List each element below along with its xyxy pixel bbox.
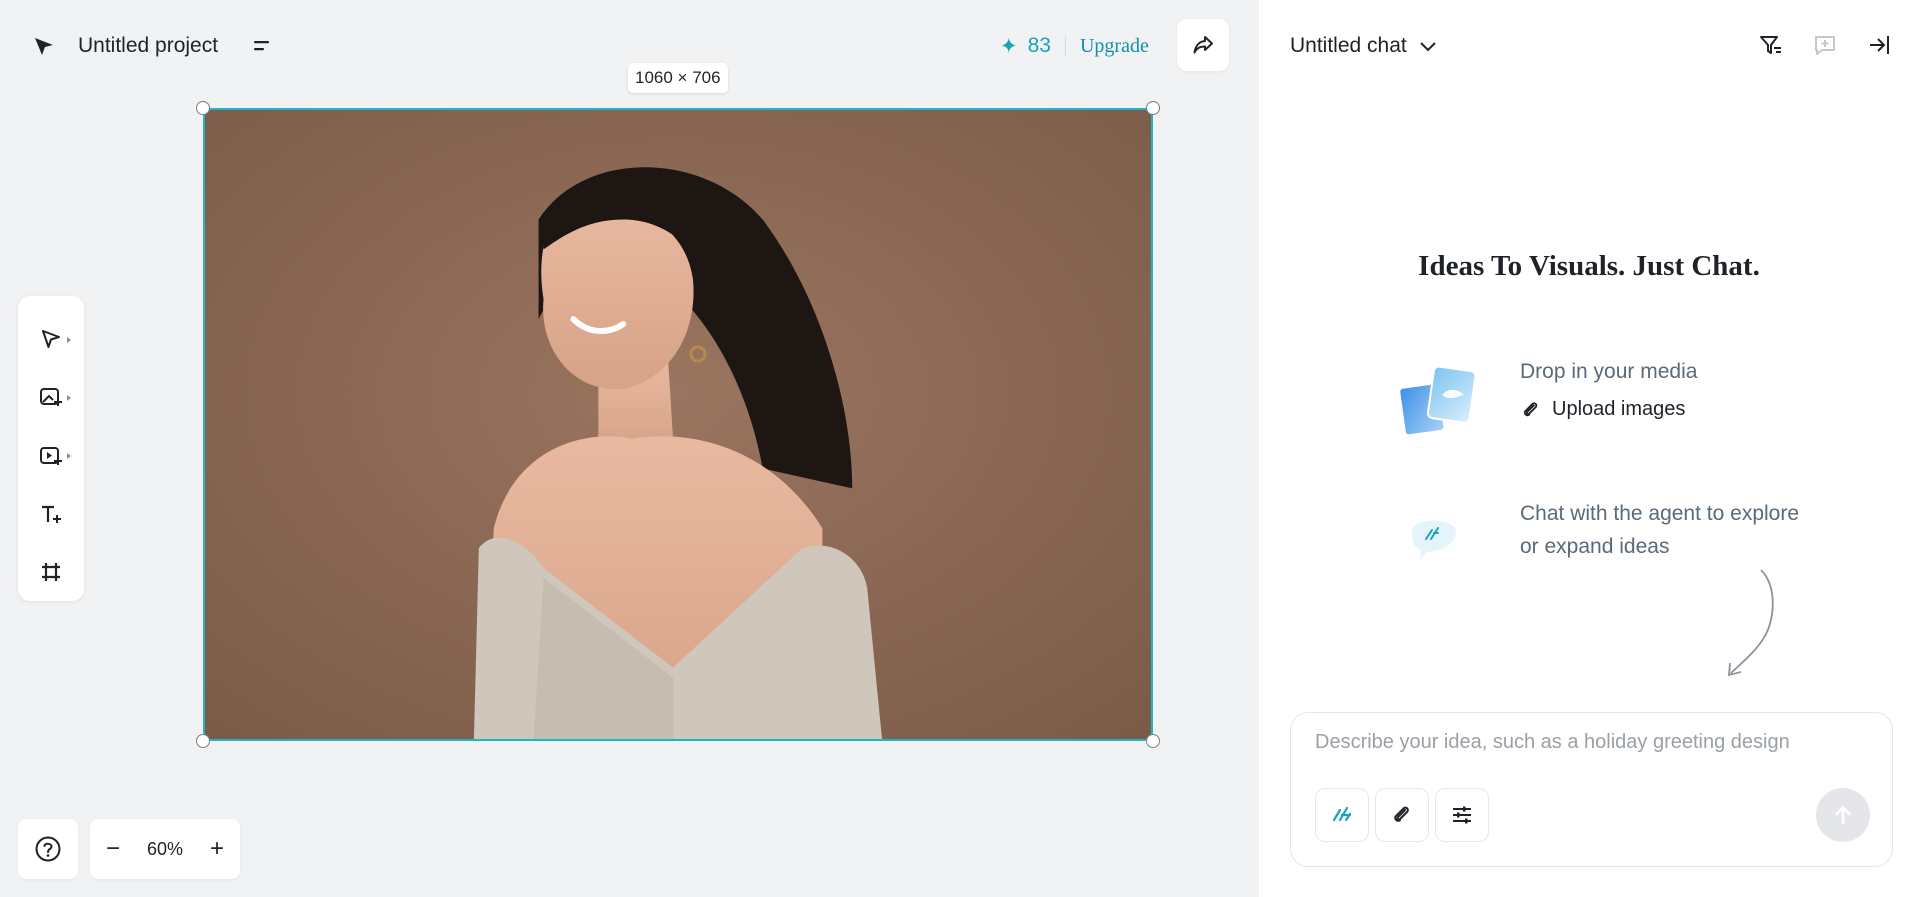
- zoom-control: − 60% +: [90, 819, 240, 879]
- frame-tool[interactable]: [23, 543, 79, 601]
- divider: [1064, 36, 1066, 56]
- feature-agent-line2: or expand ideas: [1520, 535, 1670, 558]
- share-icon: [1193, 36, 1213, 54]
- upload-images-button[interactable]: Upload images: [1520, 398, 1697, 421]
- project-header: Untitled project: [30, 26, 276, 66]
- new-chat-button[interactable]: [1811, 28, 1839, 62]
- zoom-level[interactable]: 60%: [147, 839, 183, 860]
- prompt-box: [1290, 712, 1893, 867]
- paperclip-icon: [1523, 401, 1538, 416]
- text-tool[interactable]: [23, 485, 79, 543]
- resize-handle-top-left[interactable]: [196, 101, 210, 115]
- send-button[interactable]: [1816, 788, 1870, 842]
- project-title[interactable]: Untitled project: [72, 34, 224, 58]
- hero-title: Ideas To Visuals. Just Chat.: [1418, 250, 1760, 282]
- menu-icon[interactable]: [248, 32, 276, 60]
- logo-icon[interactable]: [30, 32, 58, 60]
- caret-icon: [67, 395, 71, 402]
- credit-count: 83: [1027, 34, 1051, 57]
- agent-icon: [1332, 806, 1352, 822]
- caret-icon: [67, 453, 71, 460]
- frame-icon: [42, 562, 60, 581]
- chat-bubble-icon: [1394, 497, 1484, 587]
- chat-header-actions: [1757, 28, 1893, 62]
- feature-media: Drop in your media Upload images: [1394, 355, 1697, 445]
- help-icon: [35, 836, 61, 862]
- dimensions-label: 1060 × 706: [628, 63, 728, 93]
- sliders-icon: [1453, 806, 1471, 824]
- resize-handle-bottom-right[interactable]: [1146, 734, 1160, 748]
- select-tool[interactable]: [23, 310, 79, 368]
- curved-arrow-icon: [1727, 569, 1774, 677]
- share-button[interactable]: [1177, 19, 1229, 71]
- tool-palette: [18, 296, 84, 601]
- zoom-in-button[interactable]: +: [204, 835, 230, 862]
- settings-button[interactable]: [1435, 788, 1489, 842]
- cursor-icon: [42, 330, 60, 349]
- sparkle-icon: ✦: [1000, 34, 1018, 58]
- canvas-area[interactable]: Untitled project ✦ 83 Upgrade 1060 × 706: [0, 0, 1259, 897]
- resize-handle-bottom-left[interactable]: [196, 734, 210, 748]
- resize-handle-top-right[interactable]: [1146, 101, 1160, 115]
- filter-icon: [1760, 36, 1781, 54]
- exit-panel-icon: [1870, 36, 1889, 54]
- chat-title-dropdown[interactable]: Untitled chat: [1290, 26, 1437, 66]
- image-tool[interactable]: [23, 368, 79, 426]
- agent-mode-button[interactable]: [1315, 788, 1369, 842]
- feature-media-text: Drop in your media: [1520, 360, 1698, 383]
- image-plus-icon: [40, 388, 62, 407]
- credits-area: ✦ 83 Upgrade: [1000, 31, 1149, 61]
- prompt-actions: [1315, 788, 1489, 842]
- prompt-input[interactable]: [1315, 731, 1865, 754]
- video-plus-icon: [40, 446, 62, 465]
- media-cards-icon: [1394, 355, 1484, 445]
- filter-button[interactable]: [1757, 28, 1785, 62]
- zoom-out-button[interactable]: −: [100, 835, 126, 862]
- collapse-panel-button[interactable]: [1865, 28, 1893, 62]
- chat-title: Untitled chat: [1290, 34, 1407, 57]
- paperclip-icon: [1394, 806, 1409, 822]
- attach-button[interactable]: [1375, 788, 1429, 842]
- text-plus-icon: [42, 505, 61, 523]
- chevron-down-icon: [1420, 42, 1436, 52]
- chat-plus-icon: [1815, 36, 1835, 55]
- portrait-photo: [205, 110, 1151, 739]
- video-tool[interactable]: [23, 426, 79, 484]
- arrow-up-icon: [1835, 806, 1851, 825]
- caret-icon: [67, 337, 71, 343]
- feature-agent-line1: Chat with the agent to explore: [1520, 502, 1800, 525]
- upgrade-link[interactable]: Upgrade: [1080, 35, 1149, 58]
- help-button[interactable]: [18, 819, 78, 879]
- canvas-image[interactable]: [203, 108, 1153, 741]
- upload-images-label: Upload images: [1552, 398, 1686, 420]
